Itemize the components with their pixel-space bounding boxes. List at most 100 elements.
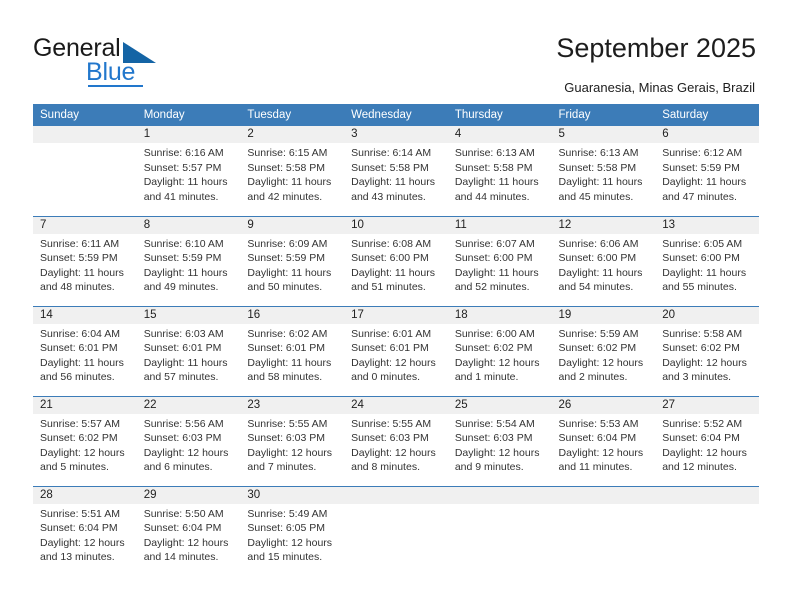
day-sunrise-text: Sunrise: 5:52 AM [662, 417, 743, 430]
day-number: 11 [447, 216, 552, 234]
calendar-day-cell[interactable]: 8 Sunrise: 6:10 AM Sunset: 5:59 PM Daylight… [136, 215, 241, 306]
calendar-day-cell[interactable]: 16 Sunrise: 6:02 AM Sunset: 6:01 PM Dayligh… [240, 305, 345, 396]
day-number: 14 [33, 306, 137, 324]
calendar-day-cell[interactable]: 19 Sunrise: 5:59 AM Sunset: 6:02 PM Dayligh… [551, 305, 656, 396]
day-number: 13 [655, 216, 759, 234]
day-sunrise-text: Sunrise: 6:12 AM [662, 147, 743, 159]
day-daylight2-text: and 45 minutes. [558, 190, 634, 203]
calendar-day-cell[interactable]: 15 Sunrise: 6:03 AM Sunset: 6:01 PM Dayligh… [136, 305, 241, 396]
day-daylight2-text: and 54 minutes. [558, 281, 634, 294]
day-daylight2-text: and 13 minutes. [40, 551, 115, 564]
day-sunset-text: Sunset: 6:02 PM [454, 342, 533, 355]
weekday-header-sunday: Sunday [33, 104, 137, 126]
general-blue-logo[interactable]: General Blue [33, 34, 233, 90]
calendar-body: 1 Sunrise: 6:16 AM Sunset: 5:57 PM Daylight… [33, 126, 759, 576]
day-details: Sunrise: 6:08 AM Sunset: 6:00 PM Daylight:… [344, 234, 448, 295]
day-details: Sunrise: 6:00 AM Sunset: 6:02 PM Daylight:… [448, 324, 552, 385]
calendar-day-cell[interactable]: 6 Sunrise: 6:12 AM Sunset: 5:59 PM Daylight… [655, 126, 759, 216]
day-sunrise-text: Sunrise: 6:16 AM [143, 147, 224, 159]
day-sunset-text: Sunset: 6:04 PM [558, 432, 637, 445]
calendar-day-cell[interactable]: 29 Sunrise: 5:50 AM Sunset: 6:04 PM Dayligh… [136, 485, 241, 576]
day-number: 27 [655, 396, 759, 414]
day-details: Sunrise: 5:51 AM Sunset: 6:04 PM Daylight:… [33, 504, 137, 565]
page-header: General Blue September 2025 Guaranesia, … [0, 0, 792, 100]
day-daylight2-text: and 57 minutes. [143, 371, 219, 384]
calendar-day-cell[interactable]: 1 Sunrise: 6:16 AM Sunset: 5:57 PM Daylight… [136, 126, 241, 216]
calendar-day-cell[interactable]: 2 Sunrise: 6:15 AM Sunset: 5:58 PM Daylight… [240, 126, 345, 216]
day-number [655, 486, 759, 504]
day-daylight1-text: Daylight: 11 hours [247, 176, 332, 189]
page-subtitle: Guaranesia, Minas Gerais, Brazil [564, 80, 755, 95]
day-sunset-text: Sunset: 6:02 PM [40, 432, 118, 445]
day-daylight1-text: Daylight: 12 hours [40, 446, 125, 459]
day-sunset-text: Sunset: 5:59 PM [143, 252, 222, 265]
calendar-day-cell[interactable]: 18 Sunrise: 6:00 AM Sunset: 6:02 PM Dayligh… [447, 305, 552, 396]
day-details: Sunrise: 6:04 AM Sunset: 6:01 PM Daylight:… [33, 324, 137, 385]
calendar-day-cell[interactable]: 14 Sunrise: 6:04 AM Sunset: 6:01 PM Dayligh… [33, 305, 137, 396]
day-daylight1-text: Daylight: 12 hours [143, 536, 229, 549]
calendar-day-cell[interactable]: 13 Sunrise: 6:05 AM Sunset: 6:00 PM Dayligh… [655, 215, 759, 306]
calendar-day-cell[interactable]: 4 Sunrise: 6:13 AM Sunset: 5:58 PM Daylight… [447, 126, 552, 216]
day-number: 3 [344, 126, 448, 143]
day-number: 26 [551, 396, 656, 414]
day-daylight1-text: Daylight: 12 hours [351, 446, 436, 459]
day-daylight2-text: and 9 minutes. [454, 461, 524, 474]
calendar-day-cell[interactable]: 17 Sunrise: 6:01 AM Sunset: 6:01 PM Dayligh… [344, 305, 448, 396]
calendar-day-cell[interactable]: 5 Sunrise: 6:13 AM Sunset: 5:58 PM Daylight… [551, 126, 656, 216]
calendar-day-cell[interactable]: 27 Sunrise: 5:52 AM Sunset: 6:04 PM Dayligh… [655, 395, 759, 486]
day-sunset-text: Sunset: 6:03 PM [454, 432, 533, 445]
day-daylight1-text: Daylight: 12 hours [247, 446, 333, 459]
day-daylight1-text: Daylight: 12 hours [454, 446, 540, 459]
day-details: Sunrise: 6:10 AM Sunset: 5:59 PM Daylight:… [137, 234, 241, 295]
day-daylight1-text: Daylight: 11 hours [247, 266, 332, 279]
day-sunrise-text: Sunrise: 6:13 AM [558, 147, 639, 159]
day-details: Sunrise: 6:12 AM Sunset: 5:59 PM Daylight:… [655, 143, 759, 204]
calendar-day-cell[interactable]: 30 Sunrise: 5:49 AM Sunset: 6:05 PM Dayligh… [240, 485, 345, 576]
calendar-day-cell[interactable]: 11 Sunrise: 6:07 AM Sunset: 6:00 PM Dayligh… [447, 215, 552, 306]
day-number: 1 [136, 126, 241, 143]
calendar-day-cell[interactable]: 7 Sunrise: 6:11 AM Sunset: 5:59 PM Daylight… [33, 215, 137, 306]
day-daylight1-text: Daylight: 12 hours [40, 536, 125, 549]
day-number: 21 [33, 396, 137, 414]
day-sunrise-text: Sunrise: 5:58 AM [662, 327, 743, 340]
day-details: Sunrise: 6:02 AM Sunset: 6:01 PM Daylight:… [240, 324, 344, 385]
day-sunset-text: Sunset: 6:01 PM [247, 342, 326, 355]
day-sunrise-text: Sunrise: 6:03 AM [143, 327, 224, 340]
calendar-day-cell[interactable]: 26 Sunrise: 5:53 AM Sunset: 6:04 PM Dayligh… [551, 395, 656, 486]
day-daylight1-text: Daylight: 11 hours [662, 176, 747, 189]
day-sunrise-text: Sunrise: 6:07 AM [454, 237, 535, 250]
calendar-day-cell[interactable]: 3 Sunrise: 6:14 AM Sunset: 5:58 PM Daylight… [344, 126, 448, 216]
day-sunrise-text: Sunrise: 6:11 AM [40, 237, 120, 250]
calendar-day-cell[interactable]: 12 Sunrise: 6:06 AM Sunset: 6:00 PM Dayligh… [551, 215, 656, 306]
day-number: 15 [136, 306, 241, 324]
day-details: Sunrise: 5:49 AM Sunset: 6:05 PM Daylight:… [240, 504, 344, 565]
day-sunset-text: Sunset: 6:01 PM [40, 342, 118, 355]
day-sunset-text: Sunset: 5:57 PM [143, 161, 222, 174]
calendar-day-cell[interactable]: 24 Sunrise: 5:55 AM Sunset: 6:03 PM Dayligh… [344, 395, 448, 486]
day-daylight2-text: and 7 minutes. [247, 461, 317, 474]
day-number: 12 [551, 216, 656, 234]
calendar-day-cell[interactable]: 10 Sunrise: 6:08 AM Sunset: 6:00 PM Dayligh… [344, 215, 448, 306]
calendar-day-cell[interactable]: 23 Sunrise: 5:55 AM Sunset: 6:03 PM Dayligh… [240, 395, 345, 486]
day-sunrise-text: Sunrise: 5:57 AM [40, 417, 120, 430]
day-sunset-text: Sunset: 6:00 PM [662, 252, 740, 265]
calendar-day-cell[interactable]: 28 Sunrise: 5:51 AM Sunset: 6:04 PM Dayligh… [33, 485, 137, 576]
day-details: Sunrise: 5:53 AM Sunset: 6:04 PM Daylight:… [552, 414, 656, 475]
day-details: Sunrise: 6:11 AM Sunset: 5:59 PM Daylight:… [33, 234, 137, 295]
day-daylight1-text: Daylight: 11 hours [558, 176, 643, 189]
day-daylight2-text: and 3 minutes. [662, 371, 732, 384]
calendar-day-cell-empty [33, 126, 137, 216]
day-sunrise-text: Sunrise: 5:51 AM [40, 507, 120, 520]
calendar-day-cell[interactable]: 22 Sunrise: 5:56 AM Sunset: 6:03 PM Dayligh… [136, 395, 241, 486]
calendar-day-cell[interactable]: 20 Sunrise: 5:58 AM Sunset: 6:02 PM Dayligh… [655, 305, 759, 396]
calendar-page: General Blue September 2025 Guaranesia, … [0, 0, 792, 612]
day-number: 25 [447, 396, 552, 414]
day-details: Sunrise: 6:01 AM Sunset: 6:01 PM Daylight:… [344, 324, 448, 385]
calendar-day-cell[interactable]: 25 Sunrise: 5:54 AM Sunset: 6:03 PM Dayligh… [447, 395, 552, 486]
calendar-day-cell[interactable]: 9 Sunrise: 6:09 AM Sunset: 5:59 PM Daylight… [240, 215, 345, 306]
day-daylight1-text: Daylight: 12 hours [662, 446, 747, 459]
day-sunrise-text: Sunrise: 5:49 AM [247, 507, 328, 520]
day-number: 2 [240, 126, 345, 143]
day-number: 29 [136, 486, 241, 504]
calendar-day-cell[interactable]: 21 Sunrise: 5:57 AM Sunset: 6:02 PM Dayligh… [33, 395, 137, 486]
